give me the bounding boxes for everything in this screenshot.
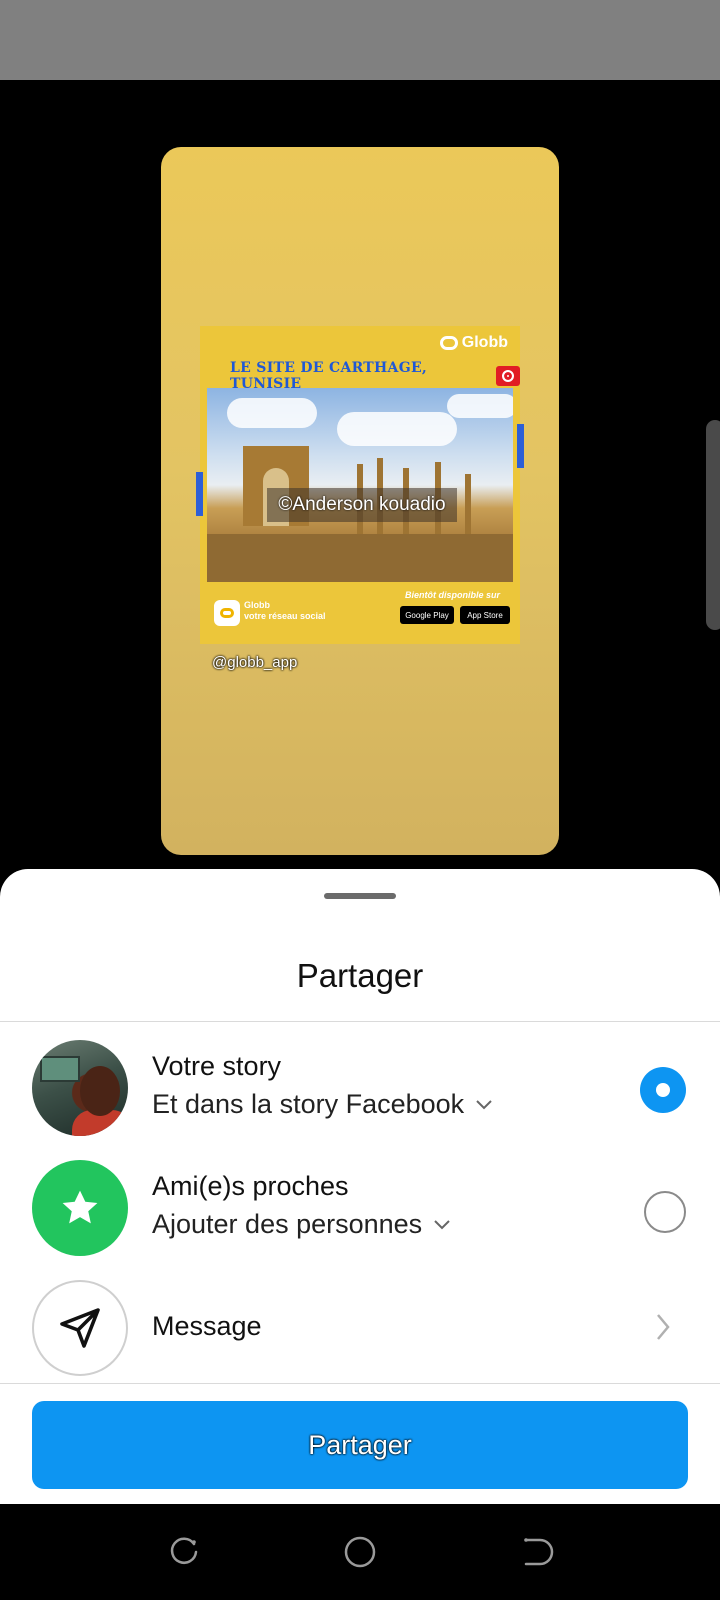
chevron-down-icon <box>434 1219 450 1229</box>
sheet-drag-handle[interactable] <box>324 893 396 899</box>
app-info: Globb votre réseau social <box>244 600 326 622</box>
google-play-badge: Google Play <box>400 606 454 624</box>
option-your-story[interactable]: Votre story Et dans la story Facebook <box>0 1033 720 1143</box>
share-bottom-sheet: Partager Votre story Et dans la story Fa… <box>0 869 720 1504</box>
shared-post-image: Globb LE SITE DE CARTHAGE, TUNISIE ©Ande… <box>196 326 524 644</box>
recent-apps-icon[interactable] <box>166 1534 202 1570</box>
poster-accent-right <box>517 424 524 468</box>
photo-credit: ©Anderson kouadio <box>267 488 457 522</box>
avatar <box>32 1040 128 1136</box>
back-icon[interactable] <box>518 1534 554 1570</box>
poster-brand-name: Globb <box>461 334 508 351</box>
option-subtitle: Ajouter des personnes <box>152 1209 423 1239</box>
footer-divider <box>0 1383 720 1384</box>
option-message[interactable]: Message <box>0 1273 720 1383</box>
star-icon <box>32 1160 128 1256</box>
option-close-friends[interactable]: Ami(e)s proches Ajouter des personnes <box>0 1153 720 1263</box>
sheet-title: Partager <box>296 957 424 994</box>
option-subtitle: Et dans la story Facebook <box>152 1089 465 1119</box>
mention-sticker[interactable]: @globb_app <box>212 654 297 671</box>
app-store-label: App Store <box>467 610 503 620</box>
edge-panel-handle[interactable] <box>706 420 720 630</box>
facebook-story-dropdown[interactable]: Et dans la story Facebook <box>152 1089 494 1120</box>
carthage-photo: ©Anderson kouadio <box>207 388 513 582</box>
poster-accent-left <box>196 472 203 516</box>
globb-app-icon <box>214 600 240 626</box>
option-title: Votre story <box>152 1051 282 1081</box>
system-nav-bar <box>0 1504 720 1600</box>
share-button[interactable]: Partager <box>32 1401 688 1489</box>
availability-text: Bientôt disponible sur <box>404 590 500 600</box>
tunisia-flag-icon <box>495 366 520 386</box>
radio-unselected[interactable] <box>644 1191 686 1233</box>
poster-brand: Globb <box>439 334 508 352</box>
poster-footer: Globb votre réseau social Bientôt dispon… <box>200 588 520 644</box>
app-store-badge: App Store <box>460 606 510 624</box>
app-tagline: votre réseau social <box>244 611 326 621</box>
title-divider <box>0 1021 720 1022</box>
globb-logo-icon <box>439 336 458 350</box>
send-icon <box>32 1280 128 1376</box>
google-play-label: Google Play <box>405 610 449 620</box>
add-people-dropdown[interactable]: Ajouter des personnes <box>152 1209 452 1240</box>
app-name: Globb <box>244 600 270 610</box>
home-icon[interactable] <box>342 1534 378 1570</box>
radio-selected[interactable] <box>640 1067 686 1113</box>
chevron-right-icon <box>657 1314 670 1340</box>
status-bar-area <box>0 0 720 80</box>
chevron-down-icon <box>476 1099 492 1109</box>
option-title: Ami(e)s proches <box>152 1171 349 1201</box>
option-title: Message <box>152 1311 262 1341</box>
